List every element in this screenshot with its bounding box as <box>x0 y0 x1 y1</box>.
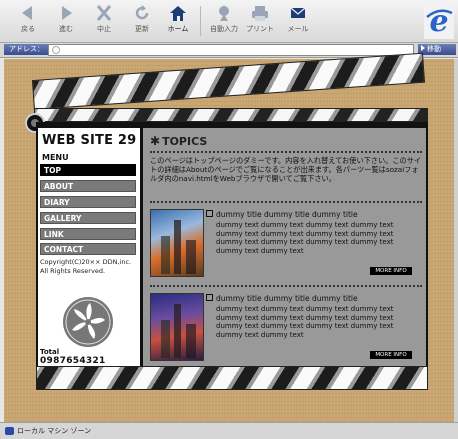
flower-emblem-icon <box>63 297 113 347</box>
svg-text:e: e <box>429 4 448 39</box>
topic-title-2[interactable]: dummy title dummy title dummy title <box>206 294 358 303</box>
menu-item-diary[interactable]: DIARY <box>40 196 136 208</box>
status-bar: ローカル マシン ゾーン <box>0 422 458 439</box>
browser-toolbar: 戻る 進む 中止 更新 ホーム 自動入力 プリント メール e <box>0 0 458 43</box>
site-title: WEB SITE 29 <box>42 133 137 148</box>
menu-item-gallery[interactable]: GALLERY <box>40 212 136 224</box>
square-bullet-icon <box>206 294 213 301</box>
clapperboard-bar <box>34 108 428 122</box>
more-info-button[interactable]: MORE INFO <box>370 351 412 359</box>
mail-icon <box>290 7 306 18</box>
back-arrow-icon <box>22 6 32 20</box>
print-icon <box>252 6 268 21</box>
menu-item-top[interactable]: TOP <box>40 164 136 176</box>
menu-item-link[interactable]: LINK <box>40 228 136 240</box>
dotted-divider <box>150 201 422 203</box>
topic-title-1[interactable]: dummy title dummy title dummy title <box>206 210 358 219</box>
autofill-button[interactable]: 自動入力 <box>206 2 242 40</box>
vertical-scrollbar[interactable] <box>454 59 458 422</box>
home-button[interactable]: ホーム <box>160 2 196 40</box>
dotted-divider <box>150 285 422 287</box>
browser-window: 戻る 進む 中止 更新 ホーム 自動入力 プリント メール e アドレス： 移動… <box>0 0 458 439</box>
local-zone-icon <box>5 427 14 435</box>
square-bullet-icon <box>206 210 213 217</box>
go-arrow-icon <box>421 45 425 51</box>
topic-text-1: dummy text dummy text dummy text dummy t… <box>216 221 394 255</box>
autofill-icon <box>219 6 229 21</box>
toolbar-separator <box>200 6 201 36</box>
menu-heading: MENU <box>42 153 69 162</box>
home-icon <box>170 6 186 21</box>
dotted-divider <box>150 151 422 153</box>
asterisk-icon: ✱ <box>150 134 161 148</box>
more-info-button[interactable]: MORE INFO <box>370 267 412 275</box>
menu-item-about[interactable]: ABOUT <box>40 180 136 192</box>
back-button[interactable]: 戻る <box>10 2 46 40</box>
copyright-text: Copyright(C)20×× DDN,inc. All Rights Res… <box>40 258 132 275</box>
forward-button[interactable]: 進む <box>48 2 84 40</box>
mail-button[interactable]: メール <box>280 2 316 40</box>
stop-icon <box>96 5 112 21</box>
print-button[interactable]: プリント <box>242 2 278 40</box>
refresh-icon <box>135 5 149 20</box>
page-icon <box>52 46 60 54</box>
topics-heading: ✱ TOPICS <box>150 134 208 148</box>
topics-intro: このページはトップページのダミーです。内容を入れ替えてお使い下さい。このサイトの… <box>150 156 422 183</box>
total-label: Total <box>40 348 60 356</box>
refresh-button[interactable]: 更新 <box>124 2 160 40</box>
total-counter: 0987654321 <box>40 356 106 366</box>
go-button[interactable]: 移動 <box>418 44 456 55</box>
address-input[interactable] <box>48 44 414 56</box>
topic-text-2: dummy text dummy text dummy text dummy t… <box>216 305 394 339</box>
topic-thumbnail-2[interactable] <box>150 293 204 361</box>
clapperboard-bottom-stripes <box>36 366 428 390</box>
status-text: ローカル マシン ゾーン <box>17 427 92 435</box>
forward-arrow-icon <box>62 6 72 20</box>
topic-thumbnail-1[interactable] <box>150 209 204 277</box>
internet-explorer-logo-icon: e <box>424 3 454 39</box>
menu-item-contact[interactable]: CONTACT <box>40 243 136 255</box>
stop-button[interactable]: 中止 <box>86 2 122 40</box>
